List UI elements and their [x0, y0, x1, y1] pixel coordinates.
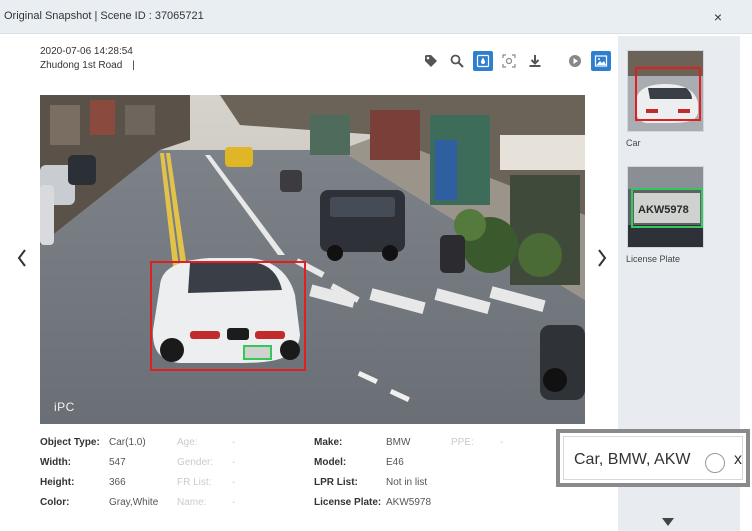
play-icon[interactable] [565, 51, 585, 71]
width-value: 547 [109, 457, 126, 468]
snapshot-datetime: 2020-07-06 14:28:54 [40, 46, 133, 57]
loading-circle-icon [705, 453, 725, 473]
scroll-down-caret-icon[interactable] [662, 518, 674, 526]
object-type-label: Object Type: [40, 437, 100, 448]
location-separator: | [132, 60, 135, 71]
width-label: Width: [40, 457, 72, 468]
street-scene-illustration [40, 95, 585, 424]
make-label: Make: [314, 437, 343, 448]
license-plate-thumbnail-image: AKW5978 [628, 167, 703, 247]
age-label: Age: [177, 437, 198, 448]
next-arrow-icon[interactable] [594, 246, 610, 270]
make-value: BMW [386, 437, 411, 448]
snapshot-location: Zhudong 1st Road [40, 60, 123, 71]
lpr-list-value: Not in list [386, 477, 428, 488]
previous-arrow-icon[interactable] [14, 246, 30, 270]
model-value: E46 [386, 457, 404, 468]
fr-list-value: - [232, 477, 236, 488]
age-value: - [232, 437, 236, 448]
close-button[interactable]: × [714, 10, 722, 24]
svg-text:AKW5978: AKW5978 [638, 204, 689, 216]
search-input[interactable]: Car, BMW, AKW [574, 451, 690, 469]
car-thumbnail-label: Car [626, 138, 641, 148]
object-type-value: Car(1.0) [109, 437, 146, 448]
search-icon[interactable] [447, 51, 467, 71]
name-value: - [232, 497, 236, 508]
license-plate-value: AKW5978 [386, 497, 432, 508]
gender-value: - [232, 457, 236, 468]
snapshot-meta: 2020-07-06 14:28:54 Zhudong 1st Road | [40, 45, 135, 73]
image-icon[interactable] [591, 51, 611, 71]
snapshot-image[interactable]: iPC [40, 95, 585, 424]
license-plate-label: License Plate: [314, 497, 382, 508]
download-icon[interactable] [525, 51, 545, 71]
height-label: Height: [40, 477, 75, 488]
license-plate-thumbnail[interactable]: AKW5978 [627, 166, 704, 248]
name-label: Name: [177, 497, 207, 508]
search-box[interactable]: Car, BMW, AKW x [556, 429, 750, 487]
snapshot-location-row: Zhudong 1st Road | [40, 59, 135, 73]
search-box-inner: Car, BMW, AKW x [563, 436, 743, 480]
ppe-label: PPE: [451, 437, 474, 448]
tag-icon[interactable] [421, 51, 441, 71]
model-label: Model: [314, 457, 347, 468]
car-thumbnail[interactable] [627, 50, 704, 132]
car-thumbnail-image [628, 51, 703, 131]
title-bar: Original Snapshot | Scene ID : 37065721 … [0, 0, 752, 34]
window-title: Original Snapshot | Scene ID : 37065721 [4, 10, 204, 22]
object-details: Object Type: Car(1.0) Width: 547 Height:… [40, 437, 560, 527]
fr-list-label: FR List: [177, 477, 212, 488]
color-drop-icon[interactable] [473, 51, 493, 71]
gender-label: Gender: [177, 457, 214, 468]
target-icon[interactable] [499, 51, 519, 71]
lpr-list-label: LPR List: [314, 477, 358, 488]
color-value: Gray,White [109, 497, 159, 508]
clear-search-button[interactable]: x [734, 451, 742, 469]
license-plate-thumbnail-label: License Plate [626, 254, 681, 264]
color-label: Color: [40, 497, 70, 508]
ppe-value: - [500, 437, 504, 448]
height-value: 366 [109, 477, 126, 488]
overlay-label: iPC [54, 400, 75, 414]
